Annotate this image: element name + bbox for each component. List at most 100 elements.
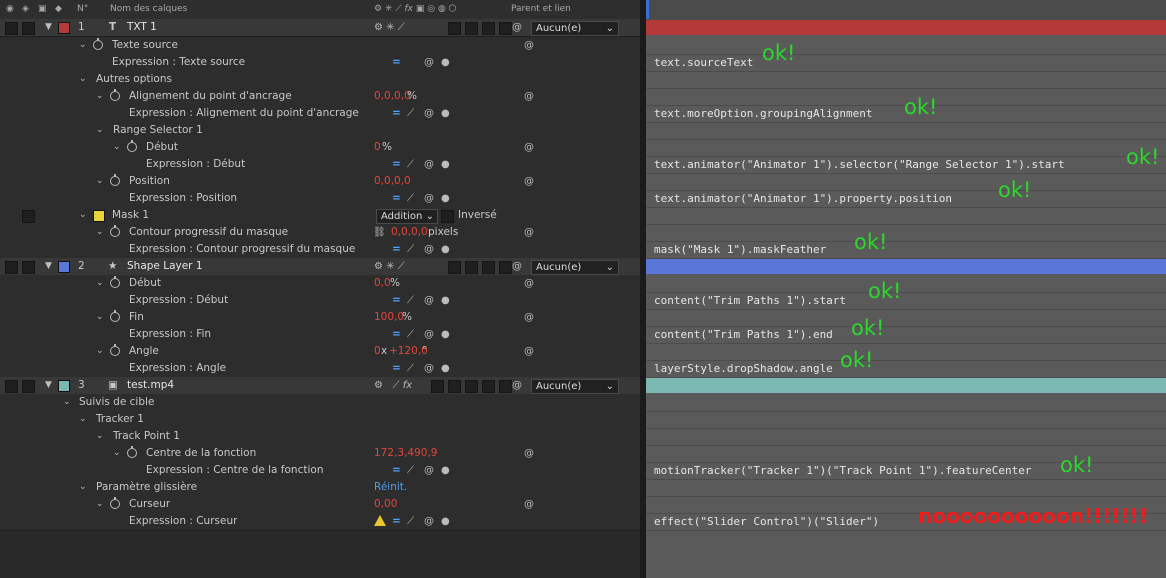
property-value[interactable]: 0,0 <box>374 275 391 292</box>
property-value-revolutions[interactable]: 0 <box>374 343 381 360</box>
property-row[interactable]: ⌄ Contour progressif du masque ⛓ 0,0,0,0… <box>0 224 640 242</box>
expression-row[interactable]: Expression : Texte source = @ ● <box>0 54 640 72</box>
graph-icon[interactable]: ⟋ <box>407 326 414 343</box>
switch-box[interactable] <box>499 22 512 35</box>
expression-menu-icon[interactable]: ● <box>441 156 450 173</box>
link-icon[interactable]: ⛓ <box>373 224 386 241</box>
property-row[interactable]: ⌄ Début 0 % @ <box>0 139 640 157</box>
layer-name[interactable]: TXT 1 <box>127 19 157 36</box>
mask-row[interactable]: ⌄ Mask 1 Addition ⌄ Inversé <box>0 207 640 225</box>
warning-icon[interactable] <box>374 515 386 526</box>
expression-menu-icon[interactable]: ● <box>441 105 450 122</box>
property-row[interactable]: ⌄ Fin 100,0 % @ <box>0 309 640 327</box>
parent-dropdown[interactable]: Aucun(e) ⌄ <box>531 260 619 275</box>
expression-text[interactable]: text.moreOption.groupingAlignment <box>654 107 873 120</box>
expression-row[interactable]: Expression : Fin = ⟋ @ ● <box>0 326 640 344</box>
expression-row[interactable]: Expression : Alignement du point d'ancra… <box>0 105 640 123</box>
graph-icon[interactable]: ⟋ <box>407 241 414 258</box>
switch-box[interactable] <box>448 261 461 274</box>
chevron-down-icon[interactable]: ⌄ <box>79 71 87 88</box>
stopwatch-icon[interactable] <box>127 446 137 458</box>
switch-box[interactable] <box>448 380 461 393</box>
expression-menu-icon[interactable]: ● <box>441 462 450 479</box>
expression-enable-icon[interactable]: = <box>392 513 401 530</box>
expression-enable-icon[interactable]: = <box>392 241 401 258</box>
expression-row[interactable]: Expression : Curseur = ⟋ @ ● <box>0 513 640 531</box>
stopwatch-icon[interactable] <box>110 89 120 101</box>
graph-icon[interactable]: ⟋ <box>407 156 414 173</box>
property-row[interactable]: ⌄ Texte source @ <box>0 37 640 55</box>
layer-switches[interactable]: ⚙ ✳ ⟋ <box>374 19 405 36</box>
eye-icon[interactable]: ◉ <box>6 4 14 14</box>
expression-menu-icon[interactable]: ● <box>441 241 450 258</box>
solo-toggle[interactable] <box>22 380 35 393</box>
mask-mode-dropdown[interactable]: Addition ⌄ <box>376 209 438 224</box>
layer-name[interactable]: Shape Layer 1 <box>127 258 203 275</box>
expression-row[interactable]: Expression : Angle = ⟋ @ ● <box>0 360 640 378</box>
expression-text[interactable]: text.animator("Animator 1").selector("Ra… <box>654 158 1065 171</box>
chevron-down-icon[interactable]: ⌄ <box>63 394 71 411</box>
pickwhip-icon[interactable]: @ <box>424 156 434 173</box>
chevron-down-icon[interactable]: ⌄ <box>96 88 104 105</box>
property-value[interactable]: 0,00 <box>374 496 397 513</box>
effect-row[interactable]: ⌄ Paramètre glissière Réinit. <box>0 479 640 497</box>
pickwhip-icon[interactable]: @ <box>424 326 434 343</box>
expression-enable-icon[interactable]: = <box>392 326 401 343</box>
chevron-down-icon[interactable]: ⌄ <box>79 411 87 428</box>
chevron-down-icon[interactable]: ▼ <box>45 377 52 394</box>
layer-row-testmp4[interactable]: ▼ 3 ▣ test.mp4 ⚙ ⟋ fx @ Aucun(e) ⌄ <box>0 377 640 395</box>
layer-bar-txt1[interactable] <box>646 20 1166 35</box>
expression-enable-icon[interactable]: = <box>392 190 401 207</box>
mask-name[interactable]: Mask 1 <box>112 207 149 224</box>
visibility-toggle[interactable] <box>5 261 18 274</box>
property-value[interactable]: 0,0,0,0 <box>374 88 411 105</box>
expression-enable-icon[interactable]: = <box>392 292 401 309</box>
label-color-swatch[interactable] <box>58 380 70 392</box>
expression-enable-icon[interactable]: = <box>392 54 401 71</box>
stopwatch-icon[interactable] <box>110 225 120 237</box>
expression-text[interactable]: content("Trim Paths 1").start <box>654 294 846 307</box>
chevron-down-icon[interactable]: ⌄ <box>96 122 104 139</box>
pickwhip-icon[interactable]: @ <box>424 105 434 122</box>
expression-text[interactable]: content("Trim Paths 1").end <box>654 328 833 341</box>
expression-menu-icon[interactable]: ● <box>441 513 450 530</box>
switch-box[interactable] <box>499 261 512 274</box>
expression-text[interactable]: text.animator("Animator 1").property.pos… <box>654 192 952 205</box>
graph-icon[interactable]: ⟋ <box>407 105 414 122</box>
expression-row[interactable]: Expression : Contour progressif du masqu… <box>0 241 640 259</box>
pickwhip-icon[interactable]: @ <box>524 343 534 360</box>
label-color-swatch[interactable] <box>58 22 70 34</box>
group-row[interactable]: ⌄ Suivis de cible <box>0 394 640 412</box>
visibility-toggle[interactable] <box>5 380 18 393</box>
switch-box[interactable] <box>482 22 495 35</box>
property-row[interactable]: ⌄ Angle 0 x +120,0 ° @ <box>0 343 640 361</box>
graph-icon[interactable]: ⟋ <box>407 360 414 377</box>
graph-icon[interactable]: ⟋ <box>407 190 414 207</box>
playhead[interactable] <box>646 0 649 19</box>
layer-switches[interactable]: ⚙ ✳ ⟋ <box>374 258 405 275</box>
group-row[interactable]: ⌄ Track Point 1 <box>0 428 640 446</box>
layer-name[interactable]: test.mp4 <box>127 377 174 394</box>
expression-row[interactable]: Expression : Début = ⟋ @ ● <box>0 156 640 174</box>
pickwhip-icon[interactable]: @ <box>512 377 522 394</box>
audio-icon[interactable]: ◈ <box>22 4 29 14</box>
chevron-down-icon[interactable]: ▼ <box>45 19 52 36</box>
pickwhip-icon[interactable]: @ <box>424 462 434 479</box>
group-row[interactable]: ⌄ Autres options <box>0 71 640 89</box>
property-row[interactable]: ⌄ Position 0,0,0,0 @ <box>0 173 640 191</box>
layer-bar-shape1[interactable] <box>646 259 1166 274</box>
pickwhip-icon[interactable]: @ <box>512 19 522 36</box>
expression-row[interactable]: Expression : Début = ⟋ @ ● <box>0 292 640 310</box>
chevron-down-icon[interactable]: ⌄ <box>79 479 87 496</box>
pickwhip-icon[interactable]: @ <box>524 496 534 513</box>
expression-enable-icon[interactable]: = <box>392 360 401 377</box>
layer-bar-testmp4[interactable] <box>646 378 1166 393</box>
chevron-down-icon[interactable]: ⌄ <box>96 224 104 241</box>
pickwhip-icon[interactable]: @ <box>424 54 434 71</box>
pickwhip-icon[interactable]: @ <box>524 224 534 241</box>
lock-icon[interactable]: ▣ <box>38 4 47 14</box>
chevron-down-icon[interactable]: ⌄ <box>96 343 104 360</box>
switch-box[interactable] <box>482 261 495 274</box>
expression-menu-icon[interactable]: ● <box>441 190 450 207</box>
pickwhip-icon[interactable]: @ <box>512 258 522 275</box>
